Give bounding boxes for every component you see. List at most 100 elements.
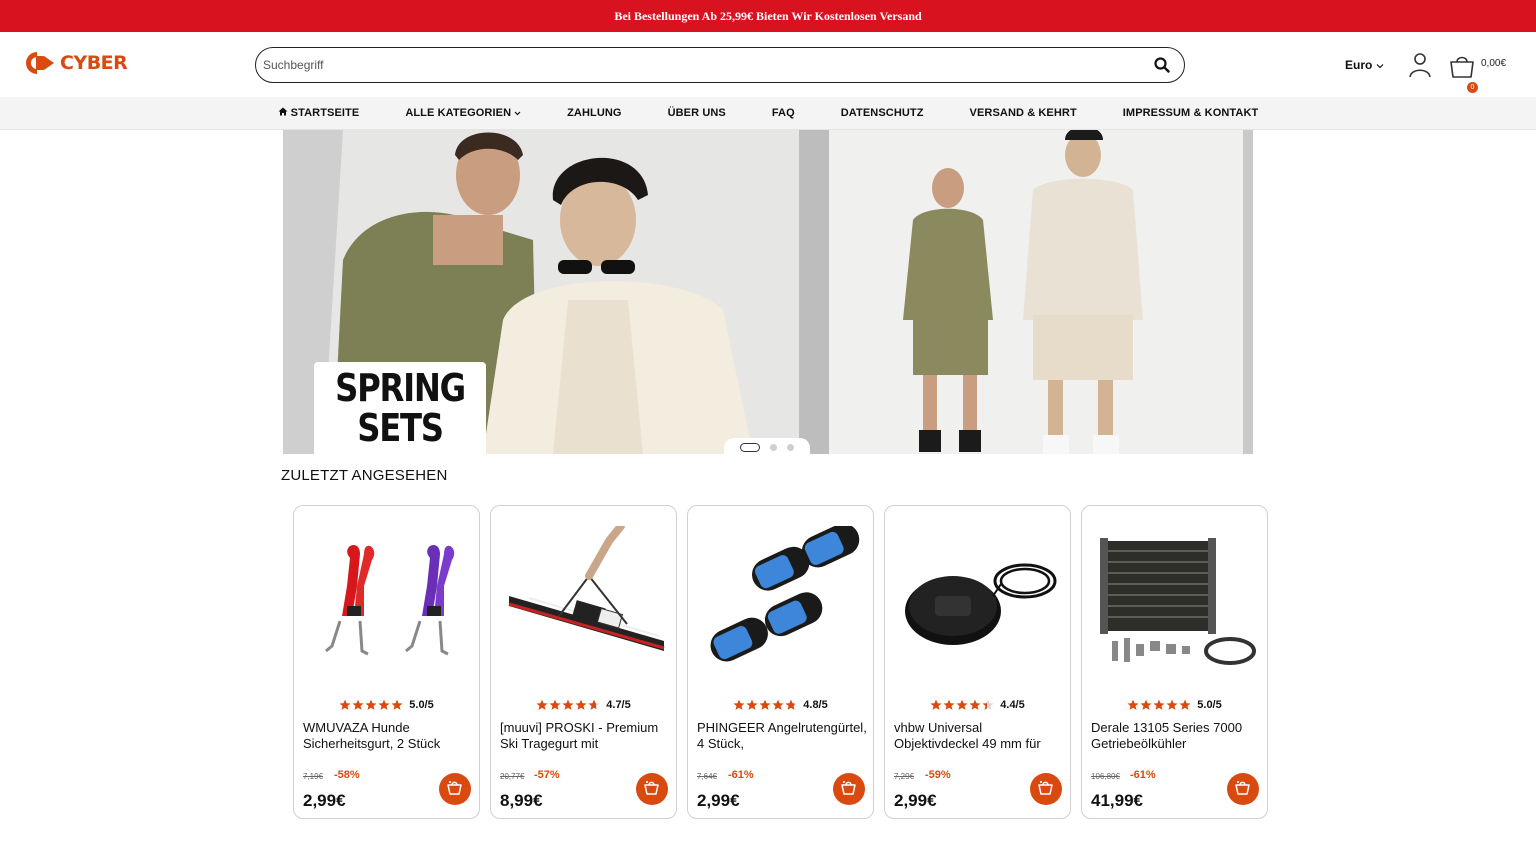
star-icon (785, 699, 797, 710)
rating-value: 4.7/5 (606, 699, 631, 711)
carousel-dot-1[interactable] (740, 442, 760, 452)
home-icon (278, 107, 288, 119)
recently-viewed-list: 5.0/5 WMUVAZA Hunde Sicherheitsgurt, 2 S… (293, 505, 1268, 819)
star-rating-icon (1127, 699, 1191, 711)
product-price: 2,99€ (894, 791, 937, 810)
product-price: 2,99€ (303, 791, 346, 810)
star-icon (956, 699, 968, 710)
discount-badge: -61% (1130, 769, 1156, 781)
rating-value: 5.0/5 (409, 699, 434, 711)
add-to-cart-button[interactable] (833, 773, 865, 805)
rating-value: 4.4/5 (1000, 699, 1025, 711)
product-card[interactable]: 4.4/5 vhbw Universal Objektivdeckel 49 m… (884, 505, 1071, 819)
nav-item-label: ZAHLUNG (567, 107, 622, 119)
hero-badge-line2: SETS (357, 406, 444, 450)
star-icon (391, 699, 403, 710)
promo-bar: Bei Bestellungen Ab 25,99€ Bieten Wir Ko… (0, 0, 1536, 32)
nav-item-label: DATENSCHUTZ (840, 107, 924, 119)
chevron-down-icon (1376, 58, 1384, 72)
discount-badge: -57% (534, 769, 560, 781)
cart-total: 0,00€ (1481, 58, 1507, 69)
star-icon (1140, 699, 1152, 710)
product-image (325, 545, 455, 656)
search-bar (255, 47, 1185, 83)
cart-plus-icon (1038, 781, 1053, 795)
product-title: [muuvi] PROSKI - Premium Ski Tragegurt m… (500, 720, 659, 751)
carousel-dot-3[interactable] (787, 443, 794, 451)
cart-plus-icon (841, 781, 856, 795)
product-card[interactable]: 5.0/5 Derale 13105 Series 7000 Getriebeö… (1081, 505, 1268, 819)
rating-value: 5.0/5 (1197, 699, 1222, 711)
star-icon (1166, 699, 1178, 710)
star-icon (588, 699, 600, 710)
nav-item-alle-kategorien[interactable]: ALLE KATEGORIEN (405, 107, 521, 119)
add-to-cart-button[interactable] (1030, 773, 1062, 805)
old-price: 20,77€ (500, 772, 525, 781)
nav-item-zahlung[interactable]: ZAHLUNG (567, 107, 621, 119)
star-icon (943, 699, 955, 710)
product-price: 8,99€ (500, 791, 543, 810)
hero-banner[interactable]: SPRING SETS (283, 130, 1253, 454)
nav-item-ueber-uns[interactable]: ÜBER UNS (668, 107, 726, 119)
hero-badge: SPRING SETS (327, 368, 473, 448)
old-price: 7,29€ (894, 772, 915, 781)
nav-item-label: ÜBER UNS (667, 107, 726, 119)
product-image (905, 563, 1057, 645)
product-card[interactable]: 4.7/5 [muuvi] PROSKI - Premium Ski Trage… (490, 505, 677, 819)
search-icon[interactable] (1152, 55, 1172, 75)
cart-plus-icon (447, 781, 462, 795)
discount-badge: -58% (334, 769, 360, 781)
search-input[interactable] (263, 58, 1152, 72)
star-icon (759, 699, 771, 710)
nav-item-faq[interactable]: FAQ (772, 107, 795, 119)
product-title: vhbw Universal Objektivdeckel 49 mm für (894, 720, 1041, 751)
carousel-dot-2[interactable] (770, 443, 777, 451)
product-price: 2,99€ (697, 791, 740, 810)
hero-badge-line1: SPRING (335, 366, 466, 410)
product-rating: 4.7/5 (491, 699, 676, 711)
star-icon (969, 699, 981, 710)
star-icon (352, 699, 364, 710)
star-icon (982, 699, 994, 710)
cart-icon[interactable] (1448, 52, 1476, 80)
cart-plus-icon (1235, 781, 1250, 795)
star-rating-icon (733, 699, 797, 711)
star-rating-icon (536, 699, 600, 711)
nav-item-label: STARTSEITE (290, 107, 360, 119)
old-price: 106,80€ (1091, 772, 1120, 781)
add-to-cart-button[interactable] (1227, 773, 1259, 805)
product-card[interactable]: 4.8/5 PHINGEER Angelrutengürtel, 4 Stück… (687, 505, 874, 819)
product-title: WMUVAZA Hunde Sicherheitsgurt, 2 Stück (303, 720, 441, 751)
star-icon (339, 699, 351, 710)
product-image (1100, 538, 1256, 665)
currency-label: Euro (1345, 58, 1373, 72)
nav-item-startseite[interactable]: STARTSEITE (278, 107, 360, 119)
star-icon (733, 699, 745, 710)
product-price: 41,99€ (1091, 791, 1143, 810)
add-to-cart-button[interactable] (636, 773, 668, 805)
product-image (710, 526, 860, 662)
nav-item-label: VERSAND & KEHRT (969, 107, 1077, 119)
product-image (508, 526, 665, 651)
cart-plus-icon (644, 781, 659, 795)
recently-viewed-title: ZULETZT ANGESEHEN (281, 467, 448, 484)
old-price: 7,19€ (303, 772, 324, 781)
discount-badge: -59% (925, 769, 951, 781)
logo[interactable]: CYBER (24, 50, 128, 76)
chevron-down-icon (514, 107, 521, 119)
nav-item-datenschutz[interactable]: DATENSCHUTZ (841, 107, 924, 119)
user-icon[interactable] (1408, 52, 1432, 78)
star-icon (772, 699, 784, 710)
nav-item-impressum-kontakt[interactable]: IMPRESSUM & KONTAKT (1123, 107, 1259, 119)
nav-item-label: FAQ (771, 107, 795, 119)
star-icon (930, 699, 942, 710)
star-icon (1127, 699, 1139, 710)
product-rating: 5.0/5 (294, 699, 479, 711)
currency-selector[interactable]: Euro (1345, 58, 1384, 72)
rating-value: 4.8/5 (803, 699, 828, 711)
nav-item-versand-kehrt[interactable]: VERSAND & KEHRT (970, 107, 1077, 119)
product-card[interactable]: 5.0/5 WMUVAZA Hunde Sicherheitsgurt, 2 S… (293, 505, 480, 819)
add-to-cart-button[interactable] (439, 773, 471, 805)
promo-text: Bei Bestellungen Ab 25,99€ Bieten Wir Ko… (614, 8, 922, 23)
star-rating-icon (339, 699, 403, 711)
